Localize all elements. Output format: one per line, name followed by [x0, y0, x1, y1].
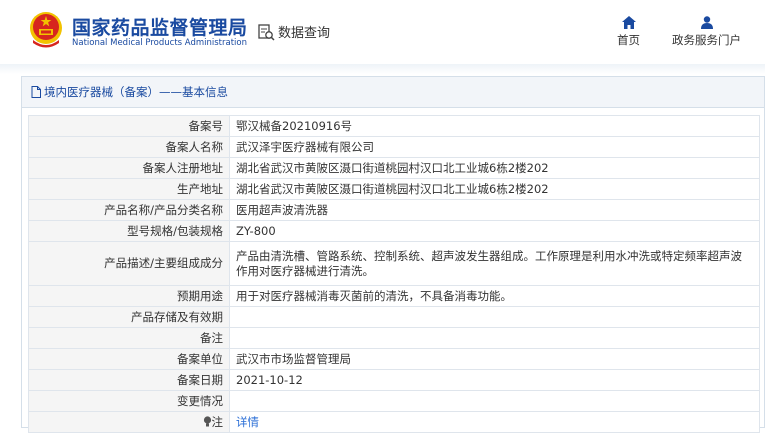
table-row: 生产地址 湖北省武汉市黄陂区滠口街道桃园村汉口北工业城6栋2楼202 [28, 178, 760, 200]
field-value: ZY-800 [229, 220, 760, 242]
field-label: 变更情况 [28, 390, 230, 412]
record-card: 境内医疗器械（备案）——基本信息 备案号 鄂汉械备20210916号 备案人名称武… [21, 76, 765, 433]
table-row: 产品描述/主要组成成分 产品由清洗槽、管路系统、控制系统、超声波发生器组成。工作原… [28, 241, 760, 286]
table-row: 型号规格/包装规格 ZY-800 [28, 220, 760, 242]
field-label: 产品描述/主要组成成分 [28, 241, 230, 286]
field-value: 2021-10-12 [229, 369, 760, 391]
search-doc-icon [258, 23, 275, 41]
field-label: 型号规格/包装规格 [28, 220, 230, 242]
table-row: 备案人名称 武汉泽宇医疗器械有限公司 [28, 136, 760, 158]
table-row: 产品存储及有效期 [28, 306, 760, 328]
nav-home-label: 首页 [617, 33, 640, 47]
field-label: 备案单位 [28, 348, 230, 370]
field-value: 湖北省武汉市黄陂区滠口街道桃园村汉口北工业城6栋2楼202 [229, 178, 760, 200]
table-row: 备案人注册地址 湖北省武汉市黄陂区滠口街道桃园村汉口北工业城6栋2楼202 [28, 157, 760, 179]
table-row: 备案单位 武汉市市场监督管理局 [28, 348, 760, 370]
table-row: 备注 [28, 327, 760, 349]
note-value: 详情 [229, 411, 760, 433]
field-value: 武汉市市场监督管理局 [229, 348, 760, 370]
table-row: 预期用途 用于对医疗器械消毒灭菌前的清洗，不具备消毒功能。 [28, 285, 760, 307]
home-icon [621, 16, 636, 29]
data-query-label: 数据查询 [278, 26, 331, 41]
table-row: 备案日期 2021-10-12 [28, 369, 760, 391]
field-label: 产品存储及有效期 [28, 306, 230, 328]
details-link[interactable]: 详情 [236, 415, 259, 429]
field-label: 备案人注册地址 [28, 157, 230, 179]
document-icon [31, 86, 41, 98]
field-value: 湖北省武汉市黄陂区滠口街道桃园村汉口北工业城6栋2楼202 [229, 157, 760, 179]
field-value: 武汉泽宇医疗器械有限公司 [229, 136, 760, 158]
table-row: 注 详情 [28, 411, 760, 433]
note-key: 注 [211, 414, 224, 429]
field-label: 备案号 [28, 115, 230, 137]
field-value [229, 327, 760, 349]
field-value: 鄂汉械备20210916号 [229, 115, 760, 137]
field-label: 生产地址 [28, 178, 230, 200]
table-row: 变更情况 [28, 390, 760, 412]
lightbulb-icon [203, 415, 211, 426]
field-label: 产品名称/产品分类名称 [28, 199, 230, 221]
nav-home[interactable]: 首页 [617, 16, 640, 48]
site-header: 国家药品监督管理局 National Medical Products Admi… [0, 0, 765, 64]
nav-service-label: 政务服务门户 [672, 33, 741, 47]
table-row: 产品名称/产品分类名称 医用超声波清洗器 [28, 199, 760, 221]
user-icon [700, 16, 713, 29]
field-label: 备案日期 [28, 369, 230, 391]
field-label: 预期用途 [28, 285, 230, 307]
table-row: 备案号 鄂汉械备20210916号 [28, 115, 760, 137]
field-value: 用于对医疗器械消毒灭菌前的清洗，不具备消毒功能。 [229, 285, 760, 307]
site-title[interactable]: 国家药品监督管理局 [72, 13, 248, 40]
data-query-link[interactable]: 数据查询 [257, 22, 330, 41]
note-label: 注 [28, 411, 230, 433]
field-label: 备案人名称 [28, 136, 230, 158]
site-subtitle: National Medical Products Administration [72, 38, 247, 48]
breadcrumb-text: 境内医疗器械（备案）——基本信息 [44, 85, 228, 99]
field-label: 备注 [28, 327, 230, 349]
field-value [229, 306, 760, 328]
header-divider [0, 64, 765, 74]
breadcrumb: 境内医疗器械（备案）——基本信息 [22, 77, 764, 108]
field-value: 医用超声波清洗器 [229, 199, 760, 221]
field-value [229, 390, 760, 412]
record-table: 备案号 鄂汉械备20210916号 备案人名称 武汉泽宇医疗器械有限公司 备案人注册… [28, 115, 760, 433]
nav-service-portal[interactable]: 政务服务门户 [672, 16, 741, 48]
national-emblem-icon [30, 12, 62, 48]
field-value: 产品由清洗槽、管路系统、控制系统、超声波发生器组成。工作原理是利用水冲洗或特定频… [229, 241, 760, 286]
